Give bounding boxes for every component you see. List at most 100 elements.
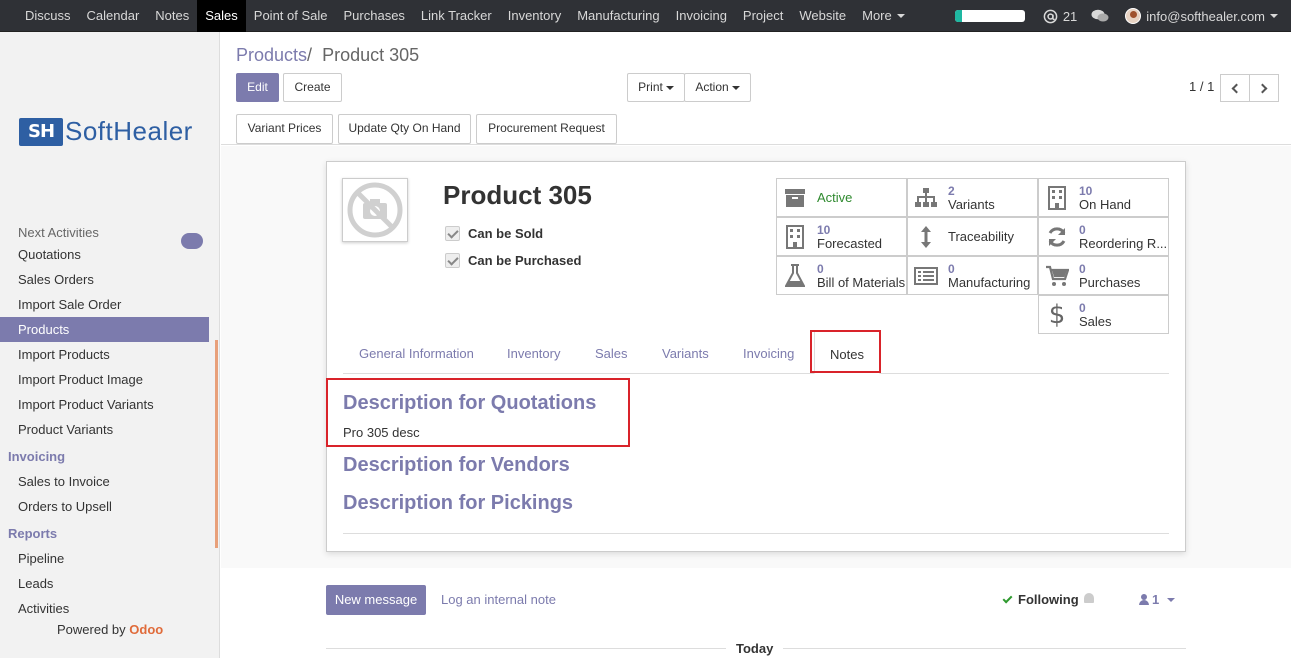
sidebar-item-next-activities[interactable]: Next Activities <box>0 228 209 242</box>
pager-next-button[interactable] <box>1249 74 1279 102</box>
reordering-stat-button[interactable]: 0 Reordering R... <box>1038 217 1169 256</box>
sidebar-item-leads[interactable]: Leads <box>0 571 209 596</box>
menu-point-of-sale[interactable]: Point of Sale <box>246 0 336 32</box>
sidebar-item-products[interactable]: Products <box>0 317 209 342</box>
variants-stat-button[interactable]: 2 Variants <box>907 178 1038 217</box>
menu-discuss[interactable]: Discuss <box>17 0 79 32</box>
shopping-cart-icon <box>1045 265 1069 287</box>
update-qty-on-hand-button[interactable]: Update Qty On Hand <box>338 114 471 144</box>
flask-icon <box>783 263 807 288</box>
chevron-down-icon <box>665 85 674 90</box>
powered-by-prefix: Powered by <box>57 622 126 637</box>
chat-bubbles-icon <box>1091 9 1109 22</box>
traceability-stat-button[interactable]: Traceability <box>907 217 1038 256</box>
onboarding-progress-bar[interactable] <box>954 10 1025 22</box>
menu-purchases[interactable]: Purchases <box>336 0 413 32</box>
bom-count: 0 <box>817 261 824 276</box>
user-email: info@softhealer.com <box>1146 8 1265 24</box>
activity-menu[interactable]: 21 <box>1043 9 1077 24</box>
manufacturing-label: Manufacturing <box>948 274 1031 290</box>
menu-invoicing[interactable]: Invoicing <box>668 0 735 32</box>
breadcrumb-products-link[interactable]: Products <box>236 45 307 65</box>
sidebar-scrollbar[interactable] <box>215 340 218 548</box>
chevron-right-icon <box>1257 83 1268 93</box>
sidebar-item-pipeline[interactable]: Pipeline <box>0 546 209 571</box>
messaging-menu[interactable] <box>1091 9 1109 23</box>
progress-fill <box>954 10 962 22</box>
sales-stat-button[interactable]: $ 0 Sales <box>1038 295 1169 334</box>
sidebar-item-orders-to-upsell[interactable]: Orders to Upsell <box>0 494 209 519</box>
sidebar-item-sales-to-invoice[interactable]: Sales to Invoice <box>0 469 209 494</box>
on-hand-stat-button[interactable]: 10 On Hand <box>1038 178 1169 217</box>
bell-icon[interactable] <box>1084 593 1094 603</box>
control-panel: Products/ Product 305 Edit Create Print … <box>221 33 1291 145</box>
tab-inventory[interactable]: Inventory <box>507 330 560 374</box>
create-button[interactable]: Create <box>283 73 342 102</box>
menu-inventory[interactable]: Inventory <box>500 0 569 32</box>
sidebar-item-import-products[interactable]: Import Products <box>0 342 209 367</box>
on-hand-qty: 10 <box>1079 183 1093 198</box>
menu-notes[interactable]: Notes <box>147 0 197 32</box>
forecasted-stat-button[interactable]: 10 Forecasted <box>776 217 907 256</box>
active-toggle-button[interactable]: Active <box>776 178 907 217</box>
menu-calendar[interactable]: Calendar <box>79 0 148 32</box>
sidebar-item-quotations[interactable]: Quotations <box>0 242 209 267</box>
sidebar-item-sales-orders[interactable]: Sales Orders <box>0 267 209 292</box>
new-message-button[interactable]: New message <box>326 585 426 615</box>
forecasted-qty: 10 <box>817 222 831 237</box>
following-button[interactable]: Following <box>1002 592 1079 607</box>
dollar-icon: $ <box>1048 299 1066 330</box>
sidebar-item-import-product-image[interactable]: Import Product Image <box>0 367 209 392</box>
vendors-description-title: Description for Vendors <box>343 454 570 476</box>
variant-prices-button[interactable]: Variant Prices <box>236 114 333 144</box>
user-menu[interactable]: info@softhealer.com <box>1125 8 1278 24</box>
menu-project[interactable]: Project <box>735 0 791 32</box>
odoo-link[interactable]: Odoo <box>129 622 163 637</box>
pager-value[interactable]: 1 / 1 <box>1189 79 1214 94</box>
sidebar-item-import-sale-order[interactable]: Import Sale Order <box>0 292 209 317</box>
tab-general-information[interactable]: General Information <box>359 330 474 374</box>
menu-link-tracker[interactable]: Link Tracker <box>413 0 500 32</box>
tab-variants[interactable]: Variants <box>662 330 709 374</box>
product-image[interactable] <box>342 178 408 242</box>
tab-invoicing[interactable]: Invoicing <box>743 330 794 374</box>
sidebar-item-product-variants[interactable]: Product Variants <box>0 417 209 442</box>
menu-more[interactable]: More <box>854 0 913 32</box>
procurement-request-button[interactable]: Procurement Request <box>476 114 617 144</box>
on-hand-label: On Hand <box>1079 196 1132 212</box>
can-be-purchased-checkbox[interactable] <box>445 253 460 268</box>
menu-website[interactable]: Website <box>791 0 854 32</box>
sidebar-item-import-product-variants[interactable]: Import Product Variants <box>0 392 209 417</box>
active-label: Active <box>817 190 853 205</box>
building-icon <box>1045 185 1069 210</box>
variants-label: Variants <box>948 196 995 212</box>
action-label: Action <box>695 80 729 94</box>
product-name[interactable]: Product 305 <box>443 180 592 211</box>
bom-stat-button[interactable]: 0 Bill of Materials <box>776 256 907 295</box>
sidebar-header-reports: Reports <box>8 526 58 541</box>
sidebar: SH SoftHealer Next Activities Quotations… <box>0 32 220 658</box>
traceability-label: Traceability <box>948 229 1014 244</box>
archive-icon <box>783 188 807 208</box>
sales-label: Sales <box>1079 313 1112 329</box>
can-be-purchased-field: Can be Purchased <box>445 253 581 268</box>
form-view: Product 305 Can be Sold Can be Purchased… <box>221 146 1291 568</box>
edit-button[interactable]: Edit <box>236 73 279 102</box>
manufacturing-stat-button[interactable]: 0 Manufacturing <box>907 256 1038 295</box>
following-label: Following <box>1018 592 1079 607</box>
followers-count: 1 <box>1152 592 1160 607</box>
log-note-link[interactable]: Log an internal note <box>441 592 556 607</box>
pager-previous-button[interactable] <box>1220 74 1250 102</box>
menu-sales[interactable]: Sales <box>197 0 246 32</box>
action-dropdown[interactable]: Action <box>684 73 751 102</box>
followers-dropdown[interactable]: 1 <box>1139 592 1176 607</box>
tab-sales[interactable]: Sales <box>595 330 628 374</box>
no-image-icon <box>347 182 403 238</box>
reordering-label: Reordering R... <box>1079 235 1168 251</box>
purchases-stat-button[interactable]: 0 Purchases <box>1038 256 1169 295</box>
sidebar-item-activities[interactable]: Activities <box>0 596 209 621</box>
can-be-sold-checkbox[interactable] <box>445 226 460 241</box>
print-dropdown[interactable]: Print <box>627 73 685 102</box>
menu-manufacturing[interactable]: Manufacturing <box>569 0 667 32</box>
at-icon <box>1043 9 1058 23</box>
